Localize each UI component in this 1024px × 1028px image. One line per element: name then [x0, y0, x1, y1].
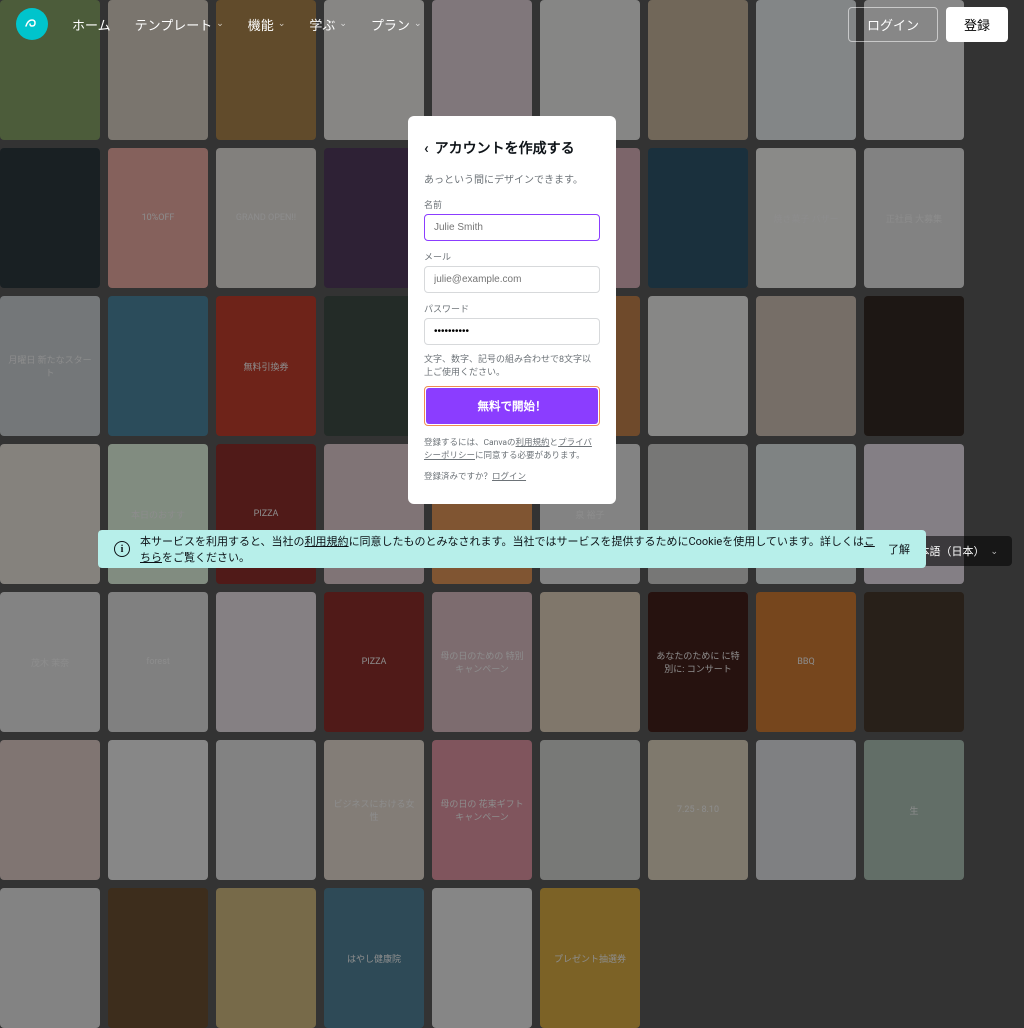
- template-tile: [648, 148, 748, 288]
- nav-item-機能[interactable]: 機能 ⌄: [248, 15, 286, 34]
- template-tile: [216, 888, 316, 1028]
- nav-item-プラン[interactable]: プラン ⌄: [371, 15, 422, 34]
- template-tile: [0, 148, 100, 288]
- template-tile: [540, 740, 640, 880]
- template-tile: [540, 592, 640, 732]
- name-field[interactable]: [424, 214, 600, 241]
- cookie-text: 本サービスを利用すると、当社の利用規約に同意したものとみなされます。当社ではサー…: [140, 533, 878, 565]
- signup-modal: ‹ アカウントを作成する あっという間にデザインできます。 名前 メール パスワ…: [408, 116, 616, 504]
- nav-label: ホーム: [72, 15, 111, 34]
- template-tile: 7.25 - 8.10: [648, 740, 748, 880]
- canva-logo-icon: [22, 14, 42, 34]
- canva-logo[interactable]: [16, 8, 48, 40]
- modal-title: アカウントを作成する: [435, 138, 575, 158]
- cookie-ok-button[interactable]: 了解: [888, 541, 910, 557]
- template-tile: [864, 592, 964, 732]
- email-label: メール: [424, 250, 600, 263]
- template-tile: 生: [864, 740, 964, 880]
- template-tile: 無料引換券: [216, 296, 316, 436]
- template-tile: 母の日の 花束ギフト キャンペーン: [432, 740, 532, 880]
- template-tile: [756, 296, 856, 436]
- chevron-down-icon: ⌄: [216, 19, 224, 29]
- nav-items: ホームテンプレート⌄機能⌄学ぶ⌄プラン⌄: [72, 15, 848, 34]
- password-help: 文字、数字、記号の組み合わせで8文字以上ご使用ください。: [424, 354, 600, 379]
- nav-label: プラン: [371, 15, 410, 34]
- template-tile: 焼き菓子 バザー: [756, 148, 856, 288]
- chevron-down-icon: ⌄: [339, 19, 347, 29]
- email-field[interactable]: [424, 266, 600, 293]
- password-label: パスワード: [424, 302, 600, 315]
- template-tile: BBQ: [756, 592, 856, 732]
- template-tile: 茂木 茉奈: [0, 592, 100, 732]
- terms-middle: と: [550, 438, 559, 448]
- password-field[interactable]: [424, 318, 600, 345]
- info-icon: i: [114, 541, 130, 557]
- login-link[interactable]: ログイン: [492, 472, 526, 482]
- modal-subtitle: あっという間にデザインできます。: [424, 171, 600, 186]
- template-tile: あなたのために に特別に: コンサート: [648, 592, 748, 732]
- template-tile: はやし健康院: [324, 888, 424, 1028]
- login-prompt: 登録済みですか？ログイン: [424, 470, 600, 482]
- template-tile: [432, 888, 532, 1028]
- terms-link[interactable]: 利用規約: [516, 438, 550, 448]
- nav-label: 機能: [248, 15, 274, 34]
- terms-suffix: に同意する必要があります。: [475, 451, 585, 461]
- nav-label: テンプレート: [135, 15, 213, 34]
- template-tile: [756, 740, 856, 880]
- cookie-terms-link[interactable]: 利用規約: [305, 535, 349, 548]
- template-tile: PIZZA: [324, 592, 424, 732]
- template-tile: [108, 740, 208, 880]
- nav-item-学ぶ[interactable]: 学ぶ ⌄: [309, 15, 347, 34]
- template-tile: [216, 740, 316, 880]
- nav-label: 学ぶ: [309, 15, 335, 34]
- template-tile: [216, 592, 316, 732]
- template-tile: [864, 296, 964, 436]
- name-label: 名前: [424, 198, 600, 211]
- submit-highlight: 無料で開始！: [424, 386, 600, 426]
- cookie-banner: i 本サービスを利用すると、当社の利用規約に同意したものとみなされます。当社では…: [98, 530, 926, 568]
- template-tile: [0, 740, 100, 880]
- terms-prefix: 登録するには、Canvaの: [424, 438, 516, 448]
- template-tile: 10%OFF: [108, 148, 208, 288]
- header-right: ログイン 登録: [848, 7, 1008, 42]
- terms-text: 登録するには、Canvaの利用規約とプライバシーポリシーに同意する必要があります…: [424, 437, 600, 463]
- login-prompt-prefix: 登録済みですか？: [424, 472, 492, 482]
- template-tile: 月曜日 新たなスタート: [0, 296, 100, 436]
- template-tile: [0, 888, 100, 1028]
- header: ホームテンプレート⌄機能⌄学ぶ⌄プラン⌄ ログイン 登録: [0, 0, 1024, 48]
- template-tile: [108, 296, 208, 436]
- nav-item-ホーム[interactable]: ホーム: [72, 15, 111, 34]
- register-button[interactable]: 登録: [946, 7, 1008, 42]
- template-tile: GRAND OPEN!!: [216, 148, 316, 288]
- template-tile: [648, 296, 748, 436]
- chevron-down-icon: ⌄: [990, 546, 998, 557]
- chevron-down-icon: ⌄: [278, 19, 286, 29]
- template-tile: プレゼント抽選券: [540, 888, 640, 1028]
- nav-item-テンプレート[interactable]: テンプレート⌄: [135, 15, 224, 34]
- modal-title-row: ‹ アカウントを作成する: [424, 138, 600, 158]
- template-tile: 正社員 大募集: [864, 148, 964, 288]
- template-tile: ビジネスにおける女性: [324, 740, 424, 880]
- submit-button[interactable]: 無料で開始！: [426, 388, 598, 424]
- login-button[interactable]: ログイン: [848, 7, 938, 42]
- chevron-down-icon: ⌄: [414, 19, 422, 29]
- back-arrow-icon[interactable]: ‹: [424, 139, 429, 157]
- template-tile: [108, 888, 208, 1028]
- template-tile: 母の日のための 特別キャンペーン: [432, 592, 532, 732]
- template-tile: forest: [108, 592, 208, 732]
